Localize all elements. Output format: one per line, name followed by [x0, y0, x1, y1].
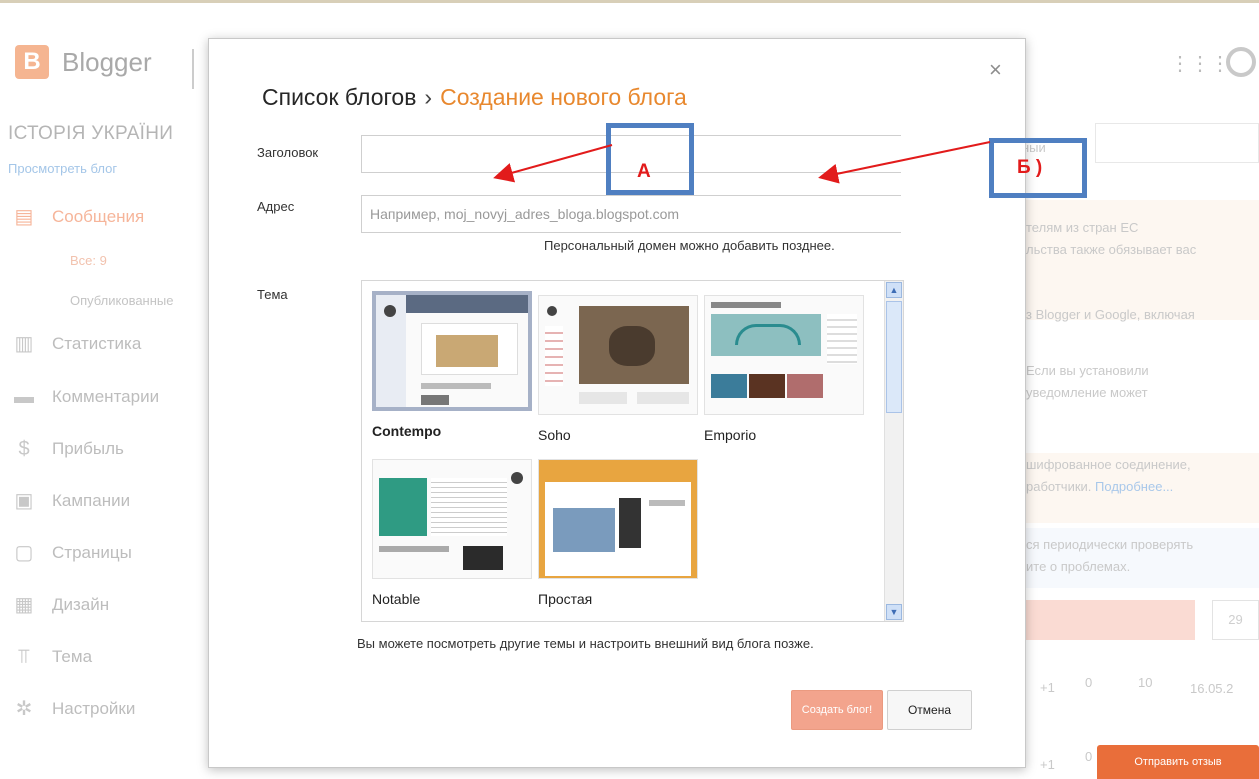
annotation-arrow-b — [818, 141, 991, 184]
annotation-arrows — [493, 141, 991, 184]
annotation-arrow-a — [493, 144, 613, 183]
